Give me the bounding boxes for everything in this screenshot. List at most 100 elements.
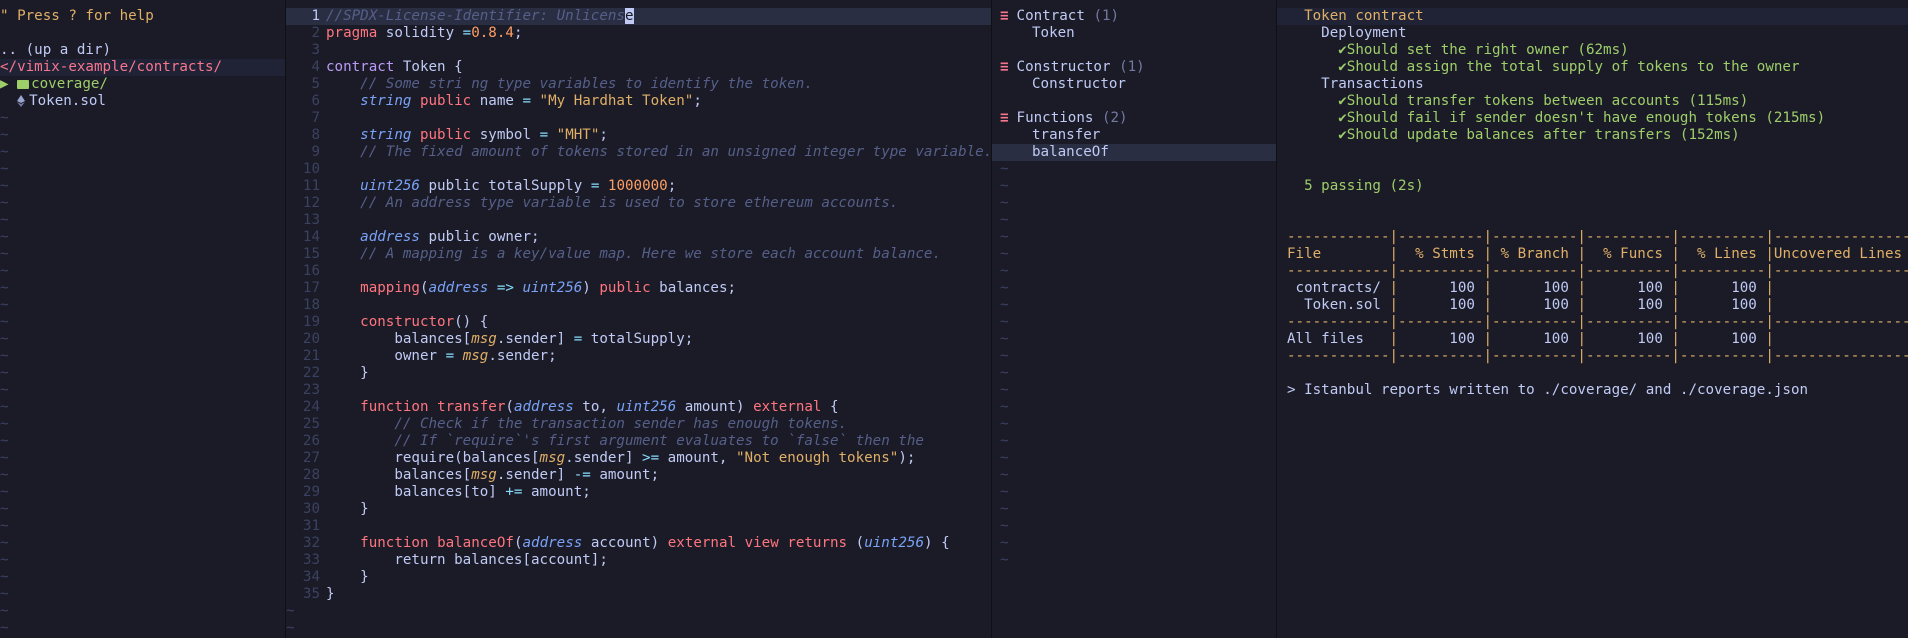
code-text[interactable]: contract Token { [326, 59, 991, 76]
code-line[interactable]: 28 balances[msg.sender] -= amount; [286, 467, 991, 484]
code-line[interactable]: 33 return balances[account]; [286, 552, 991, 569]
code-line[interactable]: 8 string public symbol = "MHT"; [286, 127, 991, 144]
code-text[interactable]: string public symbol = "MHT"; [326, 127, 991, 144]
code-line[interactable]: 23 [286, 382, 991, 399]
code-text[interactable]: uint256 public totalSupply = 1000000; [326, 178, 991, 195]
code-line[interactable]: 5 // Some stri ng type variables to iden… [286, 76, 991, 93]
code-line[interactable]: 11 uint256 public totalSupply = 1000000; [286, 178, 991, 195]
code-text[interactable]: string public name = "My Hardhat Token"; [326, 93, 991, 110]
terminal-pane[interactable]: Token contract Deployment ✔Should set th… [1277, 0, 1908, 638]
code-text[interactable]: } [326, 365, 991, 382]
code-text[interactable]: address public owner; [326, 229, 991, 246]
code-text[interactable]: // Check if the transaction sender has e… [326, 416, 991, 433]
code-text[interactable]: // If `require`'s first argument evaluat… [326, 433, 991, 450]
code-text[interactable]: // Some stri ng type variables to identi… [326, 76, 991, 93]
code-line[interactable]: 2 pragma solidity =0.8.4; [286, 25, 991, 42]
code-line[interactable]: 31 [286, 518, 991, 535]
code-line[interactable]: 18 [286, 297, 991, 314]
code-line[interactable]: 30 } [286, 501, 991, 518]
code-line[interactable]: 19 constructor() { [286, 314, 991, 331]
code-line[interactable]: 7 [286, 110, 991, 127]
test-result: ✔Should transfer tokens between accounts… [1287, 93, 1908, 110]
code-text[interactable]: function balanceOf (address account) exte… [326, 535, 991, 552]
outline-section-constructor[interactable]: ≡ Constructor (1) [1000, 59, 1276, 76]
code-line[interactable]: 13 [286, 212, 991, 229]
code-line[interactable]: 14 address public owner; [286, 229, 991, 246]
code-line[interactable]: 24 function transfer(address to, uint256… [286, 399, 991, 416]
code-text[interactable] [326, 110, 991, 127]
code-text[interactable]: constructor() { [326, 314, 991, 331]
code-area[interactable]: 1 //SPDX-License-Identifier: Unlicense 2 pr… [286, 0, 991, 637]
code-line[interactable]: 12 // An address type variable is used t… [286, 195, 991, 212]
code-text[interactable] [326, 161, 991, 178]
check-icon: ✔ [1338, 93, 1347, 109]
code-text[interactable]: balances[msg.sender] -= amount; [326, 467, 991, 484]
test-name: Should assign the total supply of tokens… [1346, 59, 1800, 75]
code-line[interactable]: 32 function balanceOf (address account) e… [286, 535, 991, 552]
outline-pane[interactable]: ≡ Contract (1) Token ≡ Constructor (1) Constr… [992, 0, 1277, 638]
code-line[interactable]: 16 [286, 263, 991, 280]
code-text[interactable]: } [326, 586, 991, 603]
code-line[interactable]: 34 } [286, 569, 991, 586]
code-line[interactable]: 1 //SPDX-License-Identifier: Unlicense [286, 8, 991, 25]
table-cell: % Funcs [1585, 246, 1672, 262]
code-line[interactable]: 10 [286, 161, 991, 178]
code-text[interactable] [326, 212, 991, 229]
code-line[interactable]: 20 balances[msg.sender] = totalSupply; [286, 331, 991, 348]
code-text[interactable] [326, 42, 991, 59]
code-line[interactable]: 26 // If `require`'s first argument eval… [286, 433, 991, 450]
code-text[interactable]: // The fixed amount of tokens stored in … [326, 144, 991, 161]
expand-arrow-icon[interactable]: ▶ [0, 76, 9, 92]
code-text[interactable]: } [326, 569, 991, 586]
code-editor-pane[interactable]: 1 //SPDX-License-Identifier: Unlicense 2 pr… [286, 0, 992, 638]
code-token: address [522, 535, 583, 551]
code-line[interactable]: 27 require(balances[msg.sender] >= amoun… [286, 450, 991, 467]
table-separator: ------------|----------|----------|-----… [1287, 229, 1908, 245]
tree-item-coverage[interactable]: ▶ coverage/ [0, 76, 285, 93]
outline-section-contract[interactable]: ≡ Contract (1) [1000, 8, 1276, 25]
code-token: //SPDX-License-Identifier: Unlicens [326, 8, 625, 24]
file-tree-pane[interactable]: " Press ? for help .. (up a dir) </vimix… [0, 0, 286, 638]
tree-item-token-sol[interactable]: Token.sol [0, 93, 285, 110]
code-token: uint256 [522, 280, 583, 296]
code-text[interactable] [326, 263, 991, 280]
code-line[interactable]: 25 // Check if the transaction sender ha… [286, 416, 991, 433]
code-text[interactable]: } [326, 501, 991, 518]
empty-line-marker: ~ [0, 195, 9, 211]
code-text[interactable]: owner = msg.sender; [326, 348, 991, 365]
code-line[interactable]: 35} [286, 586, 991, 603]
code-line[interactable]: 29 balances[to] += amount; [286, 484, 991, 501]
code-line[interactable]: 21 owner = msg.sender; [286, 348, 991, 365]
code-text[interactable]: return balances[account]; [326, 552, 991, 569]
up-dir-link[interactable]: .. (up a dir) [0, 42, 285, 59]
code-text[interactable]: // A mapping is a key/value map. Here we… [326, 246, 991, 263]
outline-item-balanceof[interactable]: balanceOf [992, 144, 1276, 161]
code-text[interactable]: // An address type variable is used to s… [326, 195, 991, 212]
check-icon: ✔ [1338, 127, 1347, 143]
code-text[interactable] [326, 297, 991, 314]
code-text[interactable] [326, 382, 991, 399]
outline-item-token[interactable]: Token [1000, 25, 1276, 42]
code-token: constructor [360, 314, 455, 330]
line-number: 13 [302, 212, 320, 228]
outline-section-functions[interactable]: ≡ Functions (2) [1000, 110, 1276, 127]
code-text[interactable]: balances[msg.sender] = totalSupply; [326, 331, 991, 348]
code-text[interactable]: mapping(address => uint256) public balan… [326, 280, 991, 297]
code-text[interactable]: pragma solidity =0.8.4; [326, 25, 991, 42]
code-line[interactable]: 4 contract Token { [286, 59, 991, 76]
code-text[interactable]: balances[to] += amount; [326, 484, 991, 501]
code-text[interactable]: //SPDX-License-Identifier: Unlicense [326, 8, 991, 25]
code-text[interactable]: function transfer(address to, uint256 am… [326, 399, 991, 416]
code-line[interactable]: 6 string public name = "My Hardhat Token… [286, 93, 991, 110]
code-line[interactable]: 22 } [286, 365, 991, 382]
line-number: 3 [311, 42, 320, 58]
code-text[interactable] [326, 518, 991, 535]
outline-item-constructor[interactable]: Constructor [1000, 76, 1276, 93]
code-line[interactable]: 9 // The fixed amount of tokens stored i… [286, 144, 991, 161]
code-line[interactable]: 3 [286, 42, 991, 59]
code-token: balances; [650, 280, 737, 296]
code-text[interactable]: require(balances[msg.sender] >= amount, … [326, 450, 991, 467]
code-line[interactable]: 17 mapping(address => uint256) public ba… [286, 280, 991, 297]
code-line[interactable]: 15 // A mapping is a key/value map. Here… [286, 246, 991, 263]
outline-item-transfer[interactable]: transfer [1000, 127, 1276, 144]
